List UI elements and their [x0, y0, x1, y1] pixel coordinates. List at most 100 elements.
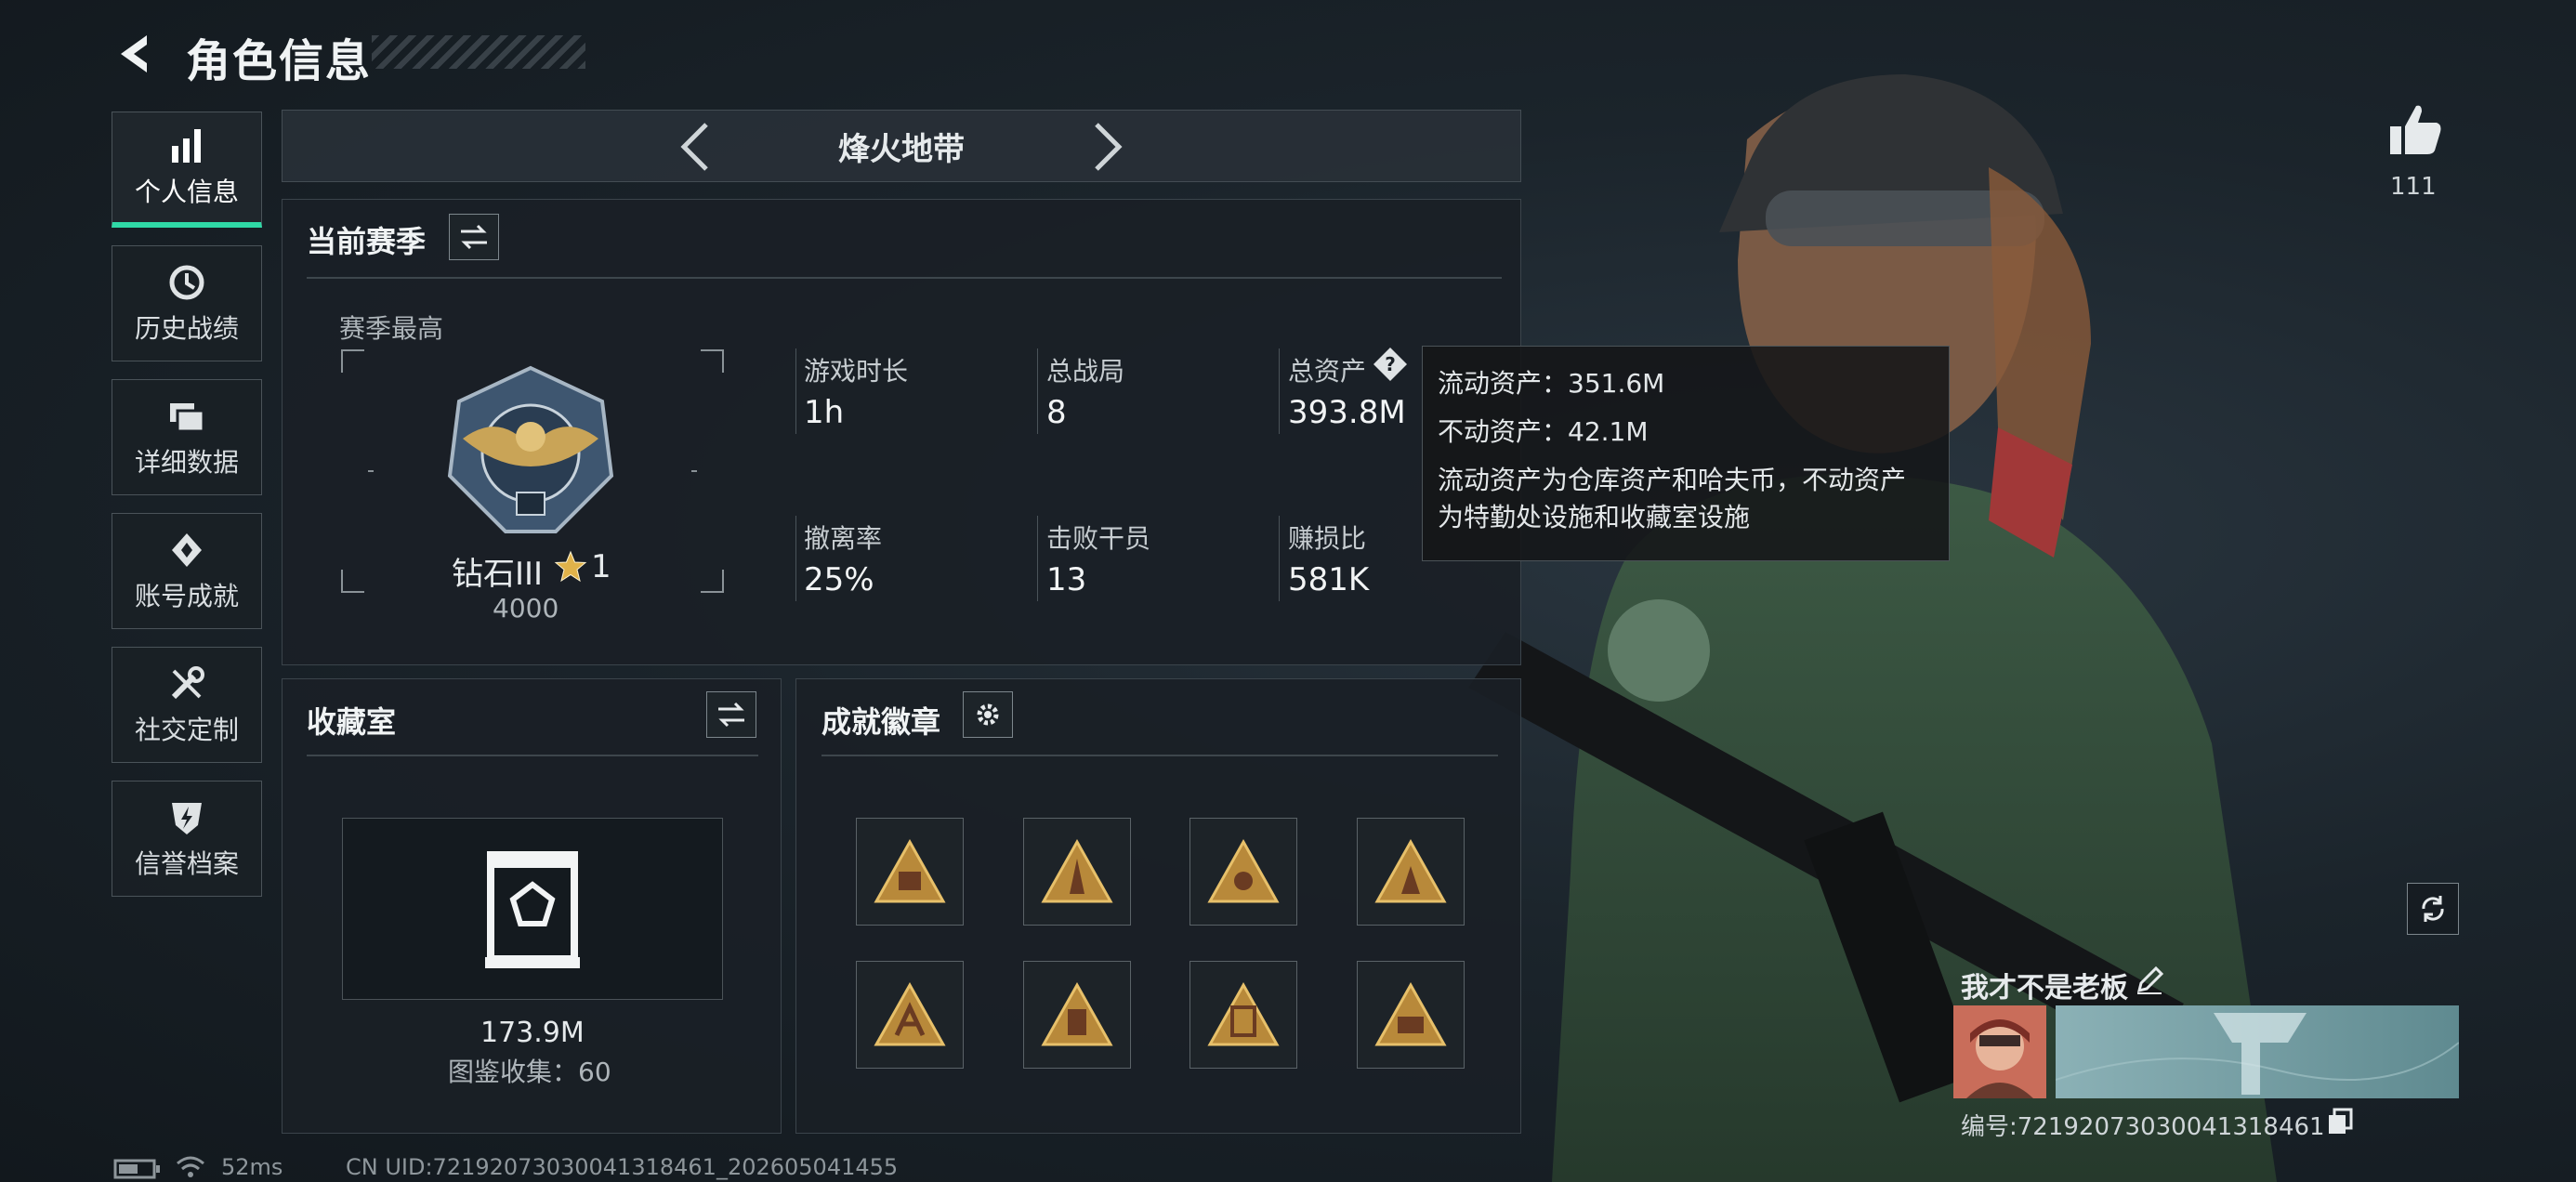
triangle-badge-icon — [1207, 981, 1280, 1046]
back-button[interactable] — [110, 28, 162, 80]
collection-switch-button[interactable] — [706, 691, 756, 738]
achievement-badge[interactable] — [1189, 961, 1297, 1069]
sidebar-item-history[interactable]: 历史战绩 — [112, 245, 262, 361]
triangle-badge-icon — [1041, 838, 1113, 903]
cn-uid-text: CN UID:72192073030041318461_202605041455 — [346, 1154, 899, 1180]
sidebar-item-reputation[interactable]: 信誉档案 — [112, 781, 262, 897]
wifi-icon — [177, 1156, 204, 1177]
back-arrow-icon — [121, 35, 147, 72]
collection-catalog: 图鉴收集：60 — [448, 1057, 611, 1087]
refresh-icon — [2422, 896, 2444, 922]
stat-value-operators-defeated: 13 — [1046, 561, 1087, 598]
sidebar-item-label: 信誉档案 — [134, 847, 239, 879]
divider — [1279, 348, 1280, 434]
edit-name-button[interactable] — [2134, 965, 2165, 996]
assets-help-button[interactable]: ? — [1372, 346, 1409, 383]
sidebar-item-achievements[interactable]: 账号成就 — [112, 513, 262, 629]
prev-mode-button[interactable] — [677, 119, 714, 175]
thumbs-up-icon — [2390, 105, 2441, 154]
sidebar-item-label: 账号成就 — [134, 580, 239, 611]
like-count: 111 — [2390, 173, 2437, 201]
diamond-rank-emblem-icon — [447, 365, 614, 533]
bar-chart-icon — [172, 129, 201, 163]
vault-icon — [485, 851, 580, 968]
rotate-model-button[interactable] — [2407, 883, 2459, 935]
rank-points: 4000 — [493, 593, 559, 624]
gear-icon — [977, 703, 999, 726]
svg-text:?: ? — [1385, 353, 1396, 375]
stat-value-total-assets: 393.8M — [1288, 394, 1406, 431]
copy-uid-button[interactable] — [2327, 1108, 2353, 1136]
chevron-right-icon — [1095, 123, 1123, 171]
player-name: 我才不是老板 — [1961, 972, 2128, 1005]
achievements-settings-button[interactable] — [963, 691, 1013, 738]
divider — [821, 755, 1498, 756]
achievements-title: 成就徽章 — [821, 704, 941, 740]
banner-logo-icon — [2056, 1013, 2459, 1095]
history-icon — [169, 265, 204, 299]
achievement-badge[interactable] — [856, 961, 964, 1069]
stat-label-operators-defeated: 击败干员 — [1046, 523, 1151, 554]
help-icon: ? — [1373, 348, 1407, 381]
stat-value-total-matches: 8 — [1046, 394, 1067, 431]
achievement-badge[interactable] — [1357, 818, 1465, 926]
sidebar-item-detailed-data[interactable]: 详细数据 — [112, 379, 262, 495]
stat-value-playtime: 1h — [804, 394, 845, 431]
triangle-badge-icon — [1207, 838, 1280, 903]
tooltip-desc-line1: 流动资产为仓库资产和哈夫币，不动资产 — [1438, 465, 1907, 495]
divider — [307, 755, 758, 756]
divider — [1279, 516, 1280, 601]
achievement-badge[interactable] — [856, 818, 964, 926]
sidebar-item-label: 个人信息 — [134, 177, 239, 207]
achievement-badge[interactable] — [1023, 818, 1131, 926]
rank-name: 钻石III — [452, 556, 544, 593]
battery-icon — [113, 1159, 160, 1179]
achievement-badge[interactable] — [1357, 961, 1465, 1069]
tooltip-fixed-assets: 不动资产：42.1M — [1438, 416, 1649, 447]
rank-stars: 1 — [591, 548, 611, 585]
stat-label-profit-ratio: 赚损比 — [1288, 523, 1367, 554]
chevron-left-icon — [680, 123, 708, 171]
achievement-badge[interactable] — [1189, 818, 1297, 926]
tooltip-liquid-assets: 流动资产：351.6M — [1438, 368, 1665, 399]
stat-value-profit-ratio: 581K — [1288, 561, 1370, 598]
reputation-icon — [172, 802, 202, 834]
triangle-badge-icon — [1374, 981, 1447, 1046]
player-avatar[interactable] — [1953, 1005, 2046, 1098]
swap-icon — [461, 224, 487, 250]
achievement-badge[interactable] — [1023, 961, 1131, 1069]
collection-title: 收藏室 — [307, 704, 397, 740]
achievement-icon — [172, 532, 202, 567]
like-button[interactable] — [2386, 102, 2444, 158]
swap-icon — [718, 702, 744, 728]
season-switch-button[interactable] — [449, 214, 499, 260]
stat-label-total-matches: 总战局 — [1046, 356, 1125, 387]
pencil-icon — [2136, 965, 2164, 994]
collection-value: 173.9M — [480, 1017, 585, 1049]
sidebar-item-personal-info[interactable]: 个人信息 — [112, 112, 262, 228]
season-best-label: 赛季最高 — [339, 313, 444, 344]
avatar-portrait — [1953, 1005, 2046, 1098]
stat-label-total-assets: 总资产 — [1288, 356, 1367, 387]
divider — [795, 348, 796, 434]
folders-icon — [170, 402, 205, 432]
next-mode-button[interactable] — [1089, 119, 1126, 175]
divider — [1037, 516, 1038, 601]
stat-label-playtime: 游戏时长 — [804, 356, 909, 387]
season-title: 当前赛季 — [307, 224, 427, 259]
stat-label-extraction-rate: 撤离率 — [804, 523, 883, 554]
page-title: 角色信息 — [186, 35, 373, 87]
triangle-badge-icon — [874, 981, 946, 1046]
divider — [795, 516, 796, 601]
assets-tooltip: 流动资产：351.6M 不动资产：42.1M 流动资产为仓库资产和哈夫币，不动资… — [1422, 346, 1950, 561]
triangle-badge-icon — [874, 838, 946, 903]
triangle-badge-icon — [1374, 838, 1447, 903]
player-banner — [2056, 1005, 2459, 1098]
sidebar-item-social[interactable]: 社交定制 — [112, 647, 262, 763]
tooltip-desc-line2: 为特勤处设施和收藏室设施 — [1438, 502, 1751, 532]
title-decoration — [372, 35, 585, 69]
divider — [307, 277, 1502, 279]
wrench-icon — [171, 665, 204, 699]
sidebar-item-label: 详细数据 — [134, 446, 239, 478]
sidebar-item-label: 历史战绩 — [134, 312, 239, 344]
